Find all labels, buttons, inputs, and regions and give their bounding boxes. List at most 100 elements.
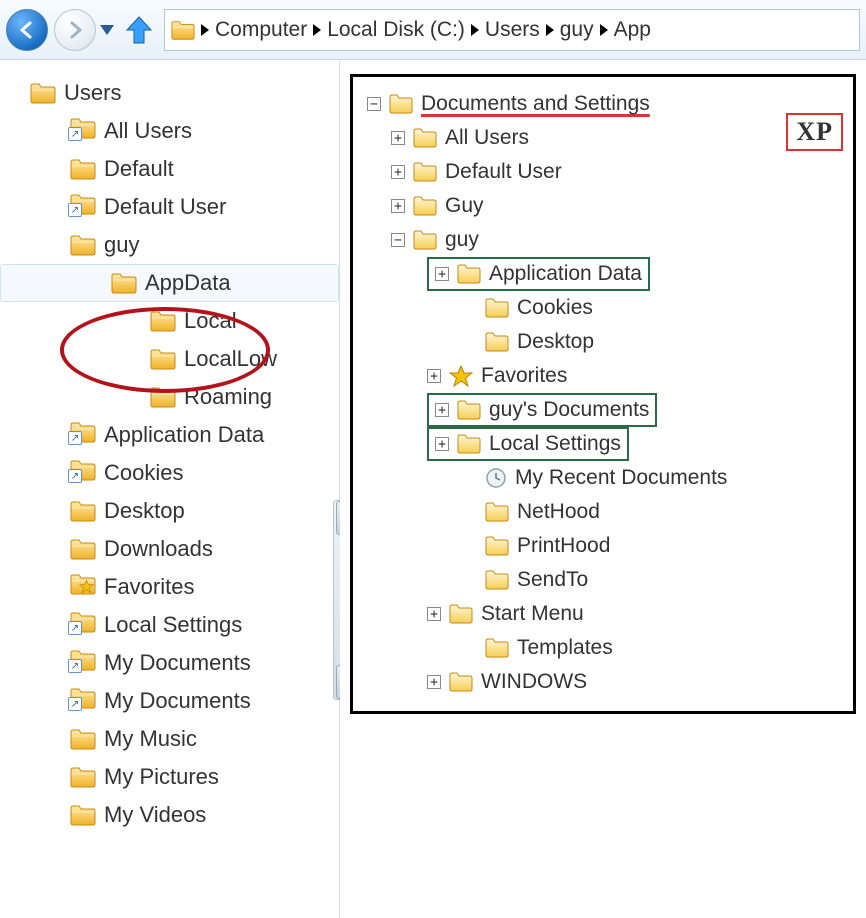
tree-item[interactable]: ↗All Users: [0, 112, 339, 150]
tree-label: Local Settings: [489, 432, 621, 456]
folder-icon: ↗: [70, 611, 96, 639]
folder-icon: [150, 310, 176, 332]
folder-icon: ↗: [70, 649, 96, 677]
tree-label: Local Settings: [104, 612, 242, 638]
folder-icon: [150, 386, 176, 408]
highlight-box: + Local Settings: [427, 427, 629, 461]
collapse-icon[interactable]: −: [391, 233, 405, 247]
tree-item[interactable]: ↗Application Data: [0, 416, 339, 454]
folder-icon: [485, 332, 509, 352]
xp-tree-item[interactable]: Desktop: [367, 325, 841, 359]
folder-icon: [150, 348, 176, 370]
tree-label: Default User: [445, 160, 562, 184]
highlight-box: +Application Data: [427, 257, 650, 291]
xp-tree-item[interactable]: My Recent Documents: [367, 461, 841, 495]
tree-label: My Recent Documents: [515, 466, 727, 490]
tree-item[interactable]: LocalLow: [0, 340, 339, 378]
xp-tree-item[interactable]: SendTo: [367, 563, 841, 597]
expand-icon[interactable]: +: [427, 607, 441, 621]
tree-label: Start Menu: [481, 602, 584, 626]
xp-tree-item[interactable]: + All Users: [367, 121, 841, 155]
tree-item[interactable]: ↗My Documents: [0, 644, 339, 682]
breadcrumb-item[interactable]: App: [614, 18, 651, 42]
tree-folder-users[interactable]: Users: [0, 74, 339, 112]
tree-item[interactable]: My Videos: [0, 796, 339, 834]
breadcrumb[interactable]: Computer Local Disk (C:) Users guy App: [164, 9, 860, 51]
tree-label: Cookies: [104, 460, 183, 486]
folder-icon: [30, 82, 56, 104]
expand-icon[interactable]: +: [391, 131, 405, 145]
xp-tree-item[interactable]: +guy's Documents: [367, 393, 841, 427]
recent-locations-dropdown[interactable]: [100, 25, 114, 35]
tree-item[interactable]: guy: [0, 226, 339, 264]
folder-icon: [457, 264, 481, 284]
xp-tree-item[interactable]: +WINDOWS: [367, 665, 841, 699]
tree-label: Local: [184, 308, 237, 334]
highlight-box: +guy's Documents: [427, 393, 657, 427]
folder-icon: [70, 500, 96, 522]
tree-label: My Documents: [104, 688, 251, 714]
tree-item[interactable]: Desktop: [0, 492, 339, 530]
tree-label: My Music: [104, 726, 197, 752]
folder-icon: [70, 804, 96, 826]
xp-tree-item[interactable]: Templates: [367, 631, 841, 665]
xp-tree-item[interactable]: + Start Menu: [367, 597, 841, 631]
xp-folder-root[interactable]: − Documents and Settings: [367, 87, 841, 121]
xp-tree-item[interactable]: + Local Settings: [367, 427, 841, 461]
xp-tree-item[interactable]: NetHood: [367, 495, 841, 529]
expand-icon[interactable]: +: [435, 403, 449, 417]
xp-tree-item[interactable]: +Guy: [367, 189, 841, 223]
folder-icon: [70, 573, 96, 601]
toolbar: Computer Local Disk (C:) Users guy App: [0, 0, 866, 60]
nav-back-button[interactable]: [6, 9, 48, 51]
tree-label: Favorites: [104, 574, 194, 600]
tree-item[interactable]: Roaming: [0, 378, 339, 416]
expand-icon[interactable]: +: [435, 437, 449, 451]
folder-icon: [485, 467, 507, 489]
tree-item[interactable]: My Music: [0, 720, 339, 758]
tree-item[interactable]: My Pictures: [0, 758, 339, 796]
tree-item[interactable]: ↗Cookies: [0, 454, 339, 492]
xp-tree-item[interactable]: +Favorites: [367, 359, 841, 393]
nav-forward-button[interactable]: [54, 9, 96, 51]
expand-icon[interactable]: +: [435, 267, 449, 281]
breadcrumb-item[interactable]: Users: [485, 18, 540, 42]
tree-item[interactable]: ↗Default User: [0, 188, 339, 226]
xp-tree-item[interactable]: Cookies: [367, 291, 841, 325]
breadcrumb-item[interactable]: Computer: [215, 18, 307, 42]
folder-icon: [389, 94, 413, 114]
xp-tree-item[interactable]: −guy: [367, 223, 841, 257]
breadcrumb-item[interactable]: Local Disk (C:): [327, 18, 465, 42]
tree-item[interactable]: AppData: [0, 264, 339, 302]
tree-item[interactable]: ↗My Documents: [0, 682, 339, 720]
xp-tree-panel: XP − Documents and Settings +All Users+D…: [350, 74, 856, 714]
expand-icon[interactable]: +: [391, 199, 405, 213]
folder-icon: [485, 570, 509, 590]
tree-item[interactable]: Favorites: [0, 568, 339, 606]
xp-tree-item[interactable]: PrintHood: [367, 529, 841, 563]
tree-label: Application Data: [104, 422, 264, 448]
expand-icon[interactable]: +: [391, 165, 405, 179]
xp-tree-item[interactable]: +Application Data: [367, 257, 841, 291]
tree-label: Users: [64, 80, 121, 106]
folder-icon: [485, 298, 509, 318]
folder-icon: [111, 272, 137, 294]
xp-tree-item[interactable]: + Default User: [367, 155, 841, 189]
tree-item[interactable]: ↗ Local Settings: [0, 606, 339, 644]
tree-item[interactable]: Local: [0, 302, 339, 340]
tree-label: Cookies: [517, 296, 593, 320]
expand-icon[interactable]: +: [427, 675, 441, 689]
tree-item[interactable]: Default: [0, 150, 339, 188]
breadcrumb-item[interactable]: guy: [560, 18, 594, 42]
breadcrumb-separator-icon: [313, 24, 321, 36]
tree-item[interactable]: Downloads: [0, 530, 339, 568]
expand-icon[interactable]: +: [427, 369, 441, 383]
tree-label: All Users: [104, 118, 192, 144]
folder-icon: [413, 196, 437, 216]
folder-icon: [457, 434, 481, 454]
tree-label: All Users: [445, 126, 529, 150]
folder-icon: [449, 365, 473, 387]
collapse-icon[interactable]: −: [367, 97, 381, 111]
folder-icon: [70, 766, 96, 788]
up-one-level-button[interactable]: [120, 14, 158, 46]
